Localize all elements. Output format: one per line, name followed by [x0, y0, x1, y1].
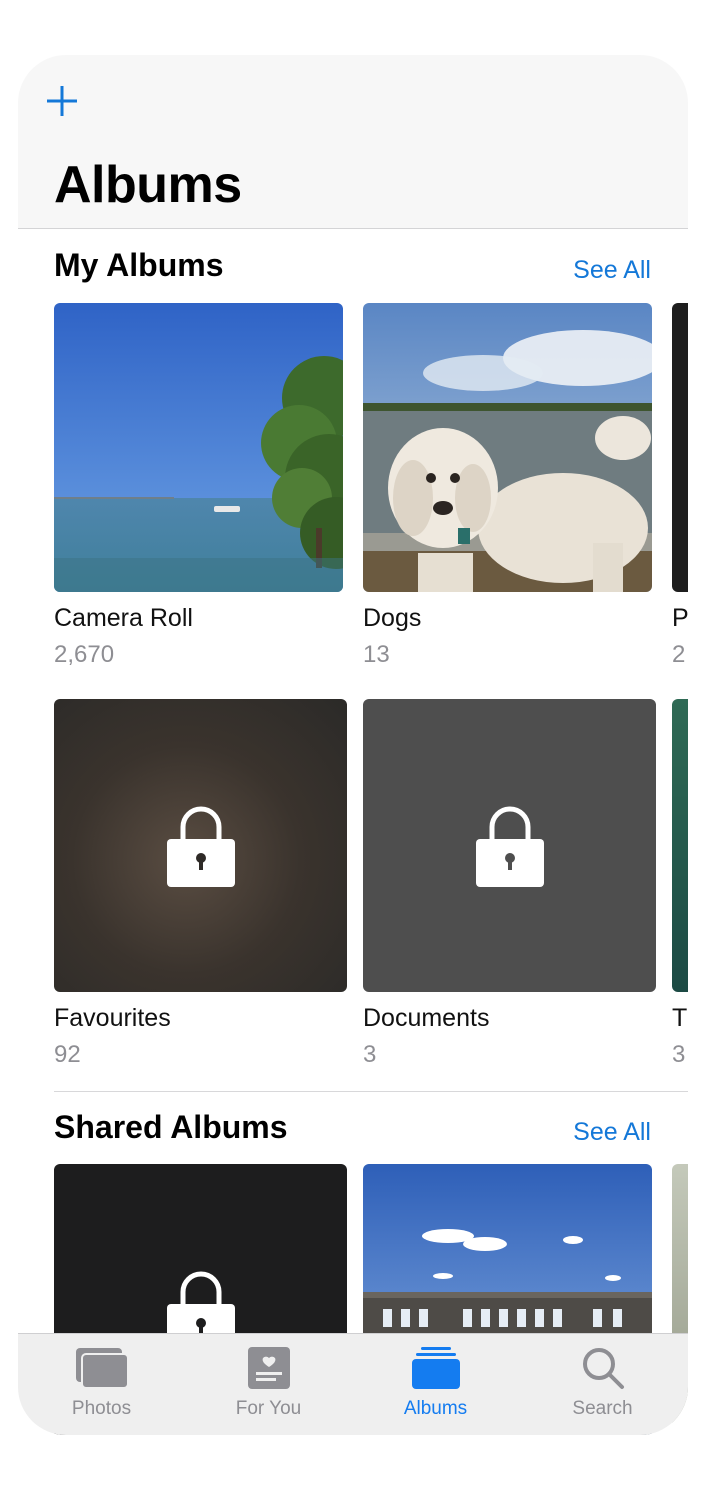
album-camera-roll[interactable]: Camera Roll 2,670 — [54, 303, 343, 669]
album-count: 13 — [363, 641, 390, 668]
section-divider — [54, 1091, 688, 1092]
shared-albums-title: Shared Albums — [54, 1109, 288, 1145]
album-name: P — [672, 604, 688, 632]
album-name: Dogs — [363, 604, 422, 632]
my-albums-see-all-link[interactable]: See All — [573, 256, 651, 285]
tab-label: For You — [235, 1398, 302, 1419]
album-thumbnail — [672, 699, 688, 992]
album-name: Camera Roll — [54, 604, 193, 632]
search-icon — [582, 1348, 624, 1389]
albums-icon — [411, 1347, 460, 1389]
album-thumbnail — [54, 699, 347, 992]
album-dogs[interactable]: Dogs 13 — [363, 303, 652, 669]
app-window: Albums My Albums See All Camera Roll 2,6… — [18, 55, 688, 1435]
album-documents[interactable]: Documents 3 — [363, 699, 656, 1069]
tab-bar: Photos For You Albums Search — [18, 1333, 688, 1435]
album-name: Favourites — [54, 1004, 171, 1032]
page-title: Albums — [54, 156, 242, 214]
tab-albums[interactable]: Albums — [352, 1334, 519, 1435]
tab-label: Albums — [403, 1398, 468, 1419]
for-you-icon — [247, 1347, 290, 1389]
album-thumbnail — [54, 303, 343, 592]
album-partial-t[interactable]: T 3 — [672, 699, 688, 1069]
album-count: 2 — [672, 641, 686, 668]
tab-search[interactable]: Search — [519, 1334, 686, 1435]
album-favourites[interactable]: Favourites 92 — [54, 699, 347, 1069]
album-count: 2,670 — [54, 641, 115, 668]
album-name: Documents — [363, 1004, 490, 1032]
album-partial-p[interactable]: P 2 — [672, 303, 688, 669]
tab-for-you[interactable]: For You — [185, 1334, 352, 1435]
add-album-button[interactable] — [44, 83, 80, 119]
tab-label: Photos — [71, 1398, 132, 1419]
lock-icon — [166, 806, 235, 887]
album-name: T — [672, 1004, 688, 1032]
navigation-header: Albums — [18, 55, 688, 229]
album-thumbnail — [363, 303, 652, 592]
album-count: 3 — [672, 1041, 686, 1068]
lock-icon — [475, 806, 544, 887]
photos-icon — [75, 1348, 129, 1389]
plus-icon — [47, 86, 77, 116]
my-albums-title: My Albums — [54, 247, 224, 283]
tab-photos[interactable]: Photos — [18, 1334, 185, 1435]
shared-albums-see-all-link[interactable]: See All — [573, 1118, 651, 1147]
tab-label: Search — [572, 1398, 633, 1419]
album-count: 3 — [363, 1041, 377, 1068]
album-thumbnail — [363, 699, 656, 992]
album-count: 92 — [54, 1041, 81, 1068]
album-thumbnail — [672, 303, 688, 592]
